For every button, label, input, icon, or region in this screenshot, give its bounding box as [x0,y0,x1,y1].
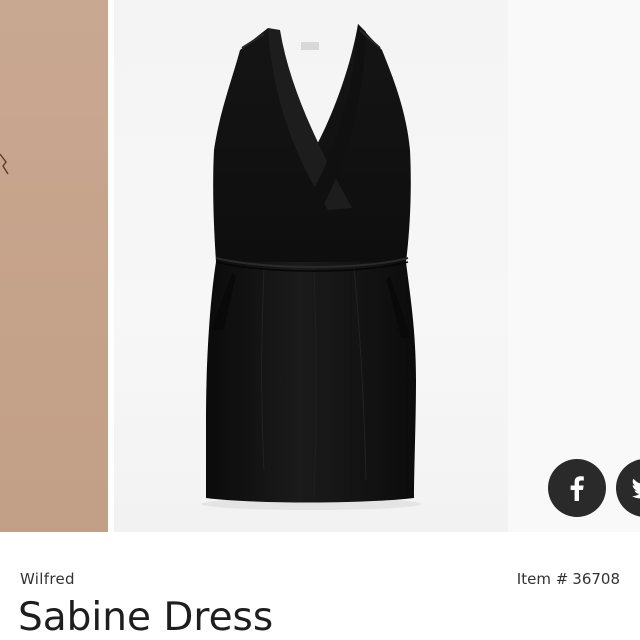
product-image-carousel[interactable] [0,0,640,532]
product-image[interactable] [114,0,508,532]
previous-product-image[interactable] [0,0,108,532]
share-facebook-button[interactable] [548,459,606,517]
item-number-value: 36708 [572,570,620,588]
next-slide-area [508,0,640,532]
facebook-icon [570,476,584,501]
twig-decoration [0,153,9,175]
product-brand[interactable]: Wilfred [20,570,75,588]
twitter-icon [632,478,640,499]
product-title: Sabine Dress [18,595,274,640]
dress-image [201,24,421,510]
product-page: Wilfred Item #36708 Sabine Dress [0,0,640,640]
item-number-prefix: Item # [516,570,569,588]
product-item-number: Item #36708 [517,570,620,588]
